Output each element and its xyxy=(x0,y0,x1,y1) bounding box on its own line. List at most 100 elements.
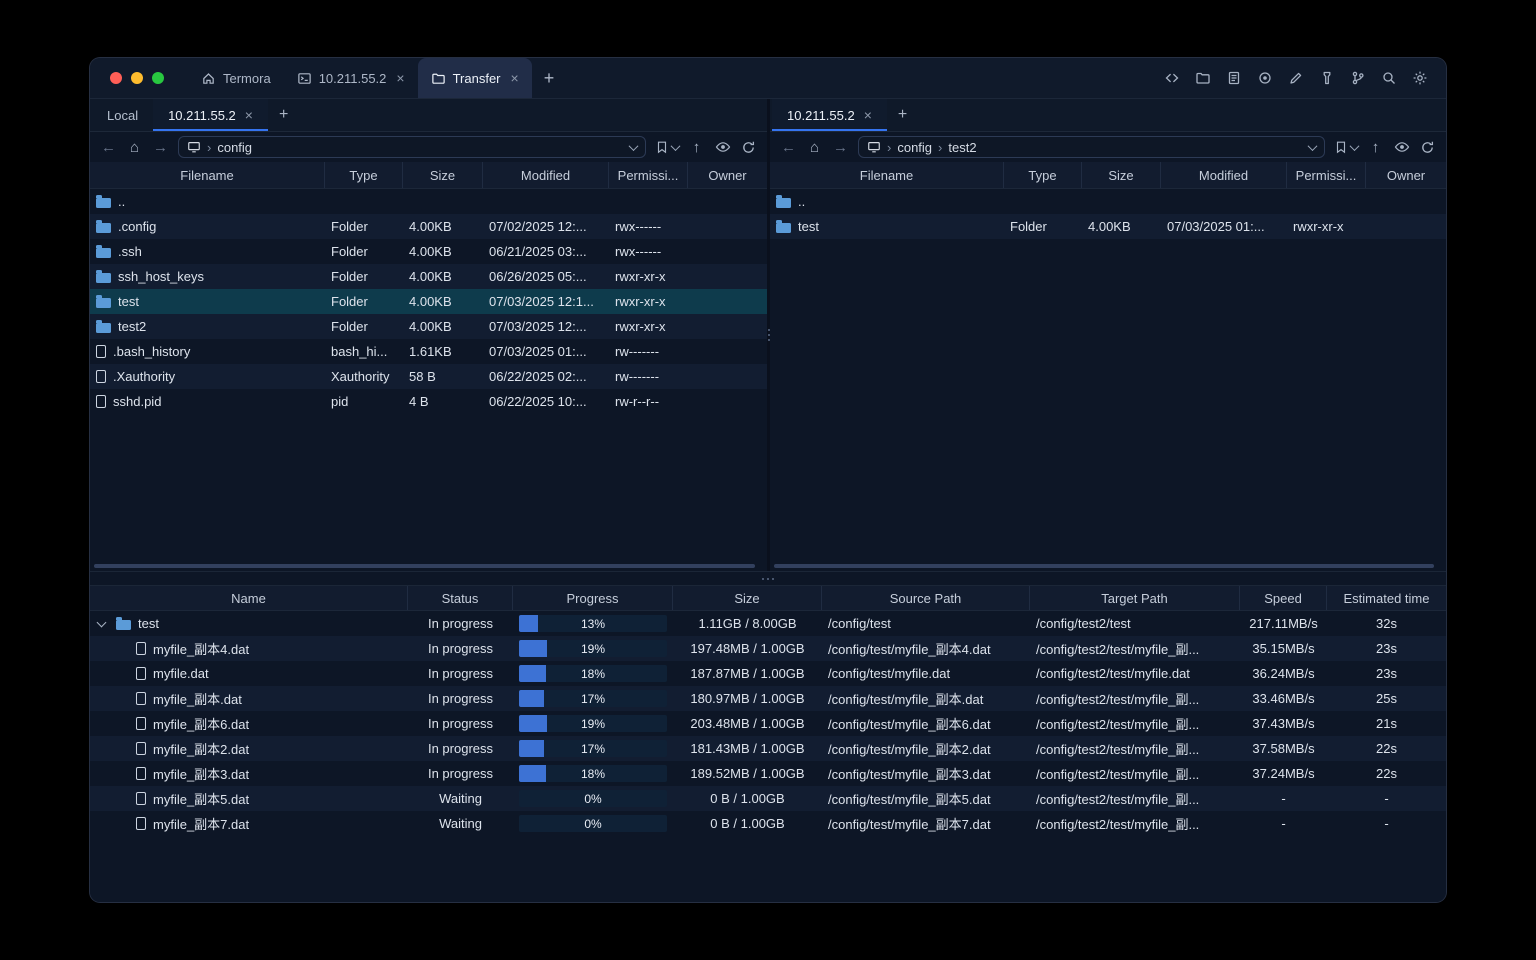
permissions-cell: rw------- xyxy=(615,344,660,359)
settings-icon[interactable] xyxy=(1412,70,1428,86)
pencil-icon[interactable] xyxy=(1288,70,1304,86)
flashlight-icon[interactable] xyxy=(1319,70,1335,86)
path-breadcrumb[interactable]: › config xyxy=(178,136,646,158)
breadcrumb-segment[interactable]: config xyxy=(897,140,932,155)
code-icon[interactable] xyxy=(1164,70,1180,86)
pane-tab-host[interactable]: 10.211.55.2 × xyxy=(153,99,268,131)
estimated-time-cell: 23s xyxy=(1376,666,1397,681)
up-directory-button[interactable]: ↑ xyxy=(1367,140,1384,155)
refresh-icon[interactable] xyxy=(1419,140,1436,155)
filename-cell: test xyxy=(770,219,1004,234)
transfer-splitter[interactable] xyxy=(90,571,1446,586)
pane-tab-host[interactable]: 10.211.55.2 × xyxy=(772,99,887,131)
forward-button[interactable]: → xyxy=(152,140,169,155)
column-header-name[interactable]: Name xyxy=(90,586,408,610)
minimize-window-button[interactable] xyxy=(131,72,143,84)
file-row[interactable]: .. xyxy=(90,189,767,214)
column-header-speed[interactable]: Speed xyxy=(1240,586,1327,610)
transfer-row[interactable]: myfile_副本3.dat In progress 18% 189.52MB / 1… xyxy=(90,761,1446,786)
column-header-type[interactable]: Type xyxy=(1004,162,1082,188)
chevron-down-icon[interactable] xyxy=(1307,140,1318,151)
column-header-owner[interactable]: Owner xyxy=(1366,162,1446,188)
record-icon[interactable] xyxy=(1257,70,1273,86)
column-header-filename[interactable]: Filename xyxy=(770,162,1004,188)
file-row[interactable]: .Xauthority Xauthority 58 B 06/22/2025 02:.… xyxy=(90,364,767,389)
progress-cell: 18% xyxy=(513,765,673,782)
transfer-row[interactable]: myfile.dat In progress 18% 187.87MB / 1.00G… xyxy=(90,661,1446,686)
column-header-modified[interactable]: Modified xyxy=(483,162,609,188)
file-row[interactable]: ssh_host_keys Folder 4.00KB 06/26/2025 05:.… xyxy=(90,264,767,289)
eye-icon[interactable] xyxy=(714,139,731,155)
transfer-row[interactable]: myfile_副本5.dat Waiting 0% 0 B / 1.00GB/conf… xyxy=(90,786,1446,811)
pane-tab-local[interactable]: Local xyxy=(92,99,153,131)
document-icon[interactable] xyxy=(1226,70,1242,86)
folder-icon xyxy=(776,194,791,208)
column-header-source-path[interactable]: Source Path xyxy=(822,586,1030,610)
transfer-row[interactable]: test In progress 13% 1.11GB / 8.00GB/config… xyxy=(90,611,1446,636)
home-button[interactable]: ⌂ xyxy=(126,140,143,155)
breadcrumb-segment[interactable]: test2 xyxy=(948,140,976,155)
file-row[interactable]: .. xyxy=(770,189,1446,214)
transfer-row[interactable]: myfile_副本2.dat In progress 17% 181.43MB / 1… xyxy=(90,736,1446,761)
eye-icon[interactable] xyxy=(1393,139,1410,155)
column-header-type[interactable]: Type xyxy=(325,162,403,188)
close-tab-icon[interactable]: × xyxy=(245,108,253,122)
tab-transfer[interactable]: Transfer × xyxy=(417,58,532,98)
progress-cell: 13% xyxy=(513,615,673,632)
file-row[interactable]: .config Folder 4.00KB 07/02/2025 12:... rwx-… xyxy=(90,214,767,239)
pane-new-tab-button[interactable]: + xyxy=(887,99,918,131)
column-header-owner[interactable]: Owner xyxy=(688,162,767,188)
folder-icon[interactable] xyxy=(1195,70,1211,86)
expander-chevron-icon[interactable] xyxy=(96,617,107,627)
tab-termora[interactable]: Termora xyxy=(188,58,284,98)
pane-new-tab-button[interactable]: + xyxy=(268,99,299,131)
branch-icon[interactable] xyxy=(1350,70,1366,86)
file-row[interactable]: .bash_history bash_hi... 1.61KB 07/03/2025 … xyxy=(90,339,767,364)
search-icon[interactable] xyxy=(1381,70,1397,86)
permissions-cell: rwxr-xr-x xyxy=(615,269,666,284)
column-header-filename[interactable]: Filename xyxy=(90,162,325,188)
column-header-size[interactable]: Size xyxy=(403,162,483,188)
horizontal-scrollbar[interactable] xyxy=(94,564,755,568)
breadcrumb-segment[interactable]: config xyxy=(217,140,252,155)
new-window-tab-button[interactable]: + xyxy=(532,68,567,89)
refresh-icon[interactable] xyxy=(740,140,757,155)
transfer-row[interactable]: myfile_副本6.dat In progress 19% 203.48MB / 1… xyxy=(90,711,1446,736)
tab-host-session[interactable]: 10.211.55.2 × xyxy=(284,58,418,98)
left-pane-toolbar: ← ⌂ → › config ↑ xyxy=(90,132,767,162)
back-button[interactable]: ← xyxy=(780,140,797,155)
up-directory-button[interactable]: ↑ xyxy=(688,140,705,155)
close-window-button[interactable] xyxy=(110,72,122,84)
path-breadcrumb[interactable]: › config › test2 xyxy=(858,136,1325,158)
file-row[interactable]: test2 Folder 4.00KB 07/03/2025 12:... rwxr-x… xyxy=(90,314,767,339)
back-button[interactable]: ← xyxy=(100,140,117,155)
bookmark-button[interactable] xyxy=(655,140,681,154)
file-row[interactable]: sshd.pid pid 4 B 06/22/2025 10:... rw-r--r-- xyxy=(90,389,767,414)
column-header-size[interactable]: Size xyxy=(1082,162,1161,188)
transfer-row[interactable]: myfile_副本.dat In progress 17% 180.97MB / 1.… xyxy=(90,686,1446,711)
home-button[interactable]: ⌂ xyxy=(806,140,823,155)
file-row[interactable]: .ssh Folder 4.00KB 06/21/2025 03:... rwx----… xyxy=(90,239,767,264)
forward-button[interactable]: → xyxy=(832,140,849,155)
transfer-name-label: myfile_副本.dat xyxy=(153,692,242,707)
column-header-size[interactable]: Size xyxy=(673,586,822,610)
source-path-cell: /config/test/myfile_副本5.dat xyxy=(828,792,991,807)
transfer-row[interactable]: myfile_副本7.dat Waiting 0% 0 B / 1.00GB/conf… xyxy=(90,811,1446,836)
horizontal-scrollbar[interactable] xyxy=(774,564,1434,568)
column-header-estimated-time[interactable]: Estimated time xyxy=(1327,586,1446,610)
column-header-target-path[interactable]: Target Path xyxy=(1030,586,1240,610)
close-tab-icon[interactable]: × xyxy=(511,71,519,85)
zoom-window-button[interactable] xyxy=(152,72,164,84)
file-row[interactable]: test Folder 4.00KB 07/03/2025 12:1... rwxr-x… xyxy=(90,289,767,314)
column-header-status[interactable]: Status xyxy=(408,586,513,610)
column-header-permissions[interactable]: Permissi... xyxy=(1287,162,1366,188)
file-row[interactable]: test Folder 4.00KB 07/03/2025 01:... rwxr-xr… xyxy=(770,214,1446,239)
transfer-row[interactable]: myfile_副本4.dat In progress 19% 197.48MB / 1… xyxy=(90,636,1446,661)
close-tab-icon[interactable]: × xyxy=(864,108,872,122)
close-tab-icon[interactable]: × xyxy=(396,71,404,85)
column-header-progress[interactable]: Progress xyxy=(513,586,673,610)
column-header-modified[interactable]: Modified xyxy=(1161,162,1287,188)
chevron-down-icon[interactable] xyxy=(628,140,639,151)
column-header-permissions[interactable]: Permissi... xyxy=(609,162,688,188)
bookmark-button[interactable] xyxy=(1334,140,1360,154)
